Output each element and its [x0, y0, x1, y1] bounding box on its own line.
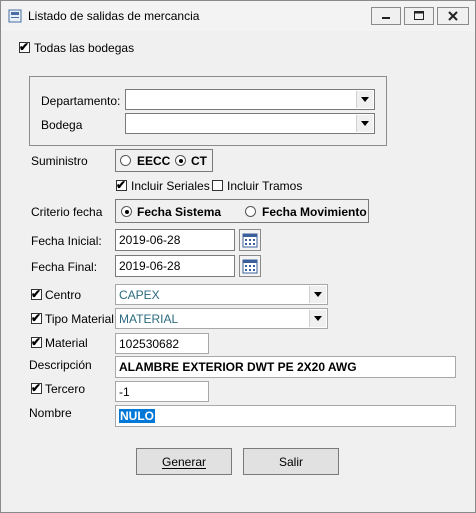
nombre-label: Nombre	[29, 406, 72, 420]
bodega-dropdown[interactable]	[125, 113, 375, 134]
calendar-icon	[242, 233, 258, 248]
fecha-movimiento-label: Fecha Movimiento	[262, 205, 367, 219]
fecha-sistema-radio[interactable]	[121, 206, 132, 217]
chevron-down-icon	[309, 310, 326, 327]
descripcion-label: Descripción	[29, 358, 92, 372]
calendar-button[interactable]	[239, 229, 261, 251]
criterio-fecha-label: Criterio fecha	[31, 205, 103, 219]
material-checkbox[interactable]: ✔	[31, 335, 42, 349]
close-icon	[448, 11, 458, 21]
tercero-field[interactable]: -1	[115, 381, 209, 402]
incluir-seriales-checkbox[interactable]: ✔	[116, 178, 127, 192]
generar-button[interactable]: Generar	[136, 448, 232, 475]
fecha-inicial-label: Fecha Inicial:	[31, 234, 102, 248]
close-button[interactable]	[437, 7, 469, 25]
tipo-material-dropdown[interactable]: MATERIAL	[115, 308, 328, 329]
todas-bodegas-checkbox[interactable]: ✔	[19, 40, 30, 54]
todas-bodegas-label: Todas las bodegas	[34, 41, 135, 55]
fecha-final-field[interactable]: 2019-06-28	[115, 255, 235, 277]
window-title: Listado de salidas de mercancia	[28, 9, 200, 23]
salir-button[interactable]: Salir	[243, 448, 339, 475]
incluir-seriales-label: Incluir Seriales	[131, 179, 210, 193]
chevron-down-icon	[356, 91, 373, 108]
nombre-field[interactable]: NULO	[115, 405, 456, 427]
tercero-label: Tercero	[45, 382, 86, 396]
minimize-button[interactable]	[371, 7, 401, 25]
salir-label: Salir	[278, 454, 303, 469]
chevron-down-icon	[356, 115, 373, 132]
centro-label: Centro	[45, 288, 82, 302]
centro-dropdown[interactable]: CAPEX	[115, 284, 328, 305]
departamento-dropdown[interactable]	[125, 89, 375, 110]
ct-radio[interactable]	[175, 155, 186, 166]
title-bar: Listado de salidas de mercancia	[1, 1, 475, 31]
bodega-label: Bodega	[41, 118, 83, 132]
descripcion-field[interactable]: ALAMBRE EXTERIOR DWT PE 2X20 AWG	[115, 356, 456, 378]
bodega-group	[29, 76, 387, 146]
ct-label: CT	[191, 154, 207, 168]
material-label: Material	[45, 336, 88, 350]
incluir-tramos-checkbox[interactable]	[212, 180, 223, 191]
maximize-button[interactable]	[404, 7, 434, 25]
incluir-tramos-label: Incluir Tramos	[227, 179, 303, 193]
suministro-label: Suministro	[31, 154, 88, 168]
fecha-inicial-field[interactable]: 2019-06-28	[115, 229, 235, 251]
maximize-icon	[414, 11, 424, 20]
tercero-checkbox[interactable]: ✔	[31, 381, 42, 395]
fecha-final-label: Fecha Final:	[31, 260, 98, 274]
calendar-button[interactable]	[239, 255, 261, 277]
generar-label: Generar	[161, 454, 207, 469]
fecha-sistema-label: Fecha Sistema	[137, 205, 222, 219]
report-window: Listado de salidas de mercancia ✔ Todas …	[0, 0, 476, 513]
tipo-material-checkbox[interactable]: ✔	[31, 311, 42, 325]
tipo-material-label: Tipo Material	[45, 312, 114, 326]
centro-checkbox[interactable]: ✔	[31, 287, 42, 301]
material-field[interactable]: 102530682	[115, 333, 209, 354]
app-icon	[8, 9, 22, 23]
departamento-label: Departamento:	[41, 94, 121, 108]
calendar-icon	[242, 259, 258, 274]
fecha-movimiento-radio[interactable]	[245, 206, 256, 217]
minimize-icon	[382, 17, 390, 19]
chevron-down-icon	[309, 286, 326, 303]
eecc-label: EECC	[137, 154, 171, 168]
eecc-radio[interactable]	[120, 155, 131, 166]
